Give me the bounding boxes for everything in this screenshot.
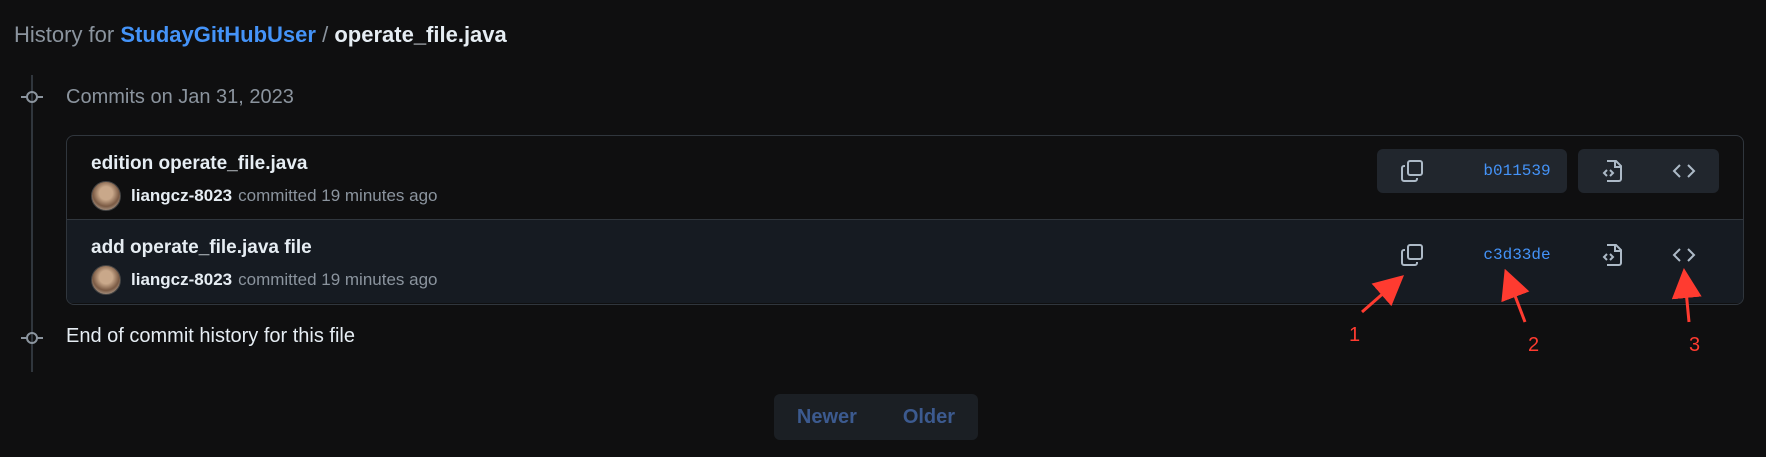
commit-actions-group [1578, 149, 1719, 193]
commit-sha-link[interactable]: c3d33de [1467, 233, 1567, 277]
commit-sha-link[interactable]: b011539 [1467, 149, 1567, 193]
copy-icon [1400, 159, 1424, 183]
pagination: Newer Older [774, 394, 978, 440]
title-prefix: History for [14, 22, 115, 47]
commit-action: committed [238, 186, 317, 205]
commit-row: edition operate_file.java liangcz-8023 c… [67, 136, 1743, 219]
commit-group-label: Commits on Jan 31, 2023 [66, 86, 294, 108]
commit-time: 19 minutes ago [321, 186, 438, 205]
commit-title-link[interactable]: add operate_file.java file [91, 237, 312, 259]
commit-row: add operate_file.java file liangcz-8023 … [67, 219, 1743, 303]
annotation-label: 2 [1528, 334, 1540, 356]
avatar[interactable] [91, 181, 121, 211]
commit-node-icon [21, 327, 43, 349]
code-icon [1672, 243, 1696, 267]
commit-action: committed [238, 270, 317, 289]
author-link[interactable]: liangcz-8023 [131, 270, 232, 290]
annotation-label: 1 [1349, 324, 1361, 346]
view-file-button[interactable] [1578, 149, 1648, 193]
browse-code-button[interactable] [1648, 149, 1719, 193]
view-file-button[interactable] [1578, 233, 1648, 277]
copy-sha-button[interactable] [1377, 149, 1447, 193]
commit-sha: c3d33de [1483, 246, 1551, 264]
annotation-label: 3 [1689, 334, 1701, 356]
repo-link[interactable]: StudayGitHubUser [120, 22, 316, 47]
copy-icon [1400, 243, 1424, 267]
commit-node-icon [21, 86, 43, 108]
page-title: History for StudayGitHubUser / operate_f… [14, 22, 507, 48]
sha-button-group: b011539 [1377, 149, 1567, 193]
file-name: operate_file.java [334, 22, 507, 47]
commit-actions-group [1578, 233, 1719, 277]
path-separator: / [322, 22, 329, 47]
older-button[interactable]: Older [891, 406, 967, 429]
commit-title-link[interactable]: edition operate_file.java [91, 153, 307, 175]
commit-list: edition operate_file.java liangcz-8023 c… [66, 135, 1744, 305]
browse-code-button[interactable] [1648, 233, 1719, 277]
file-diff-icon [1601, 159, 1625, 183]
sha-button-group: c3d33de [1377, 233, 1567, 277]
commit-time: 19 minutes ago [321, 270, 438, 289]
code-icon [1672, 159, 1696, 183]
newer-button[interactable]: Newer [785, 406, 869, 429]
commit-meta: liangcz-8023 committed 19 minutes ago [91, 265, 438, 295]
commit-meta: liangcz-8023 committed 19 minutes ago [91, 181, 438, 211]
commit-sha: b011539 [1483, 162, 1551, 180]
avatar[interactable] [91, 265, 121, 295]
end-of-history-label: End of commit history for this file [66, 325, 355, 347]
file-diff-icon [1601, 243, 1625, 267]
copy-sha-button[interactable] [1377, 233, 1447, 277]
author-link[interactable]: liangcz-8023 [131, 186, 232, 206]
